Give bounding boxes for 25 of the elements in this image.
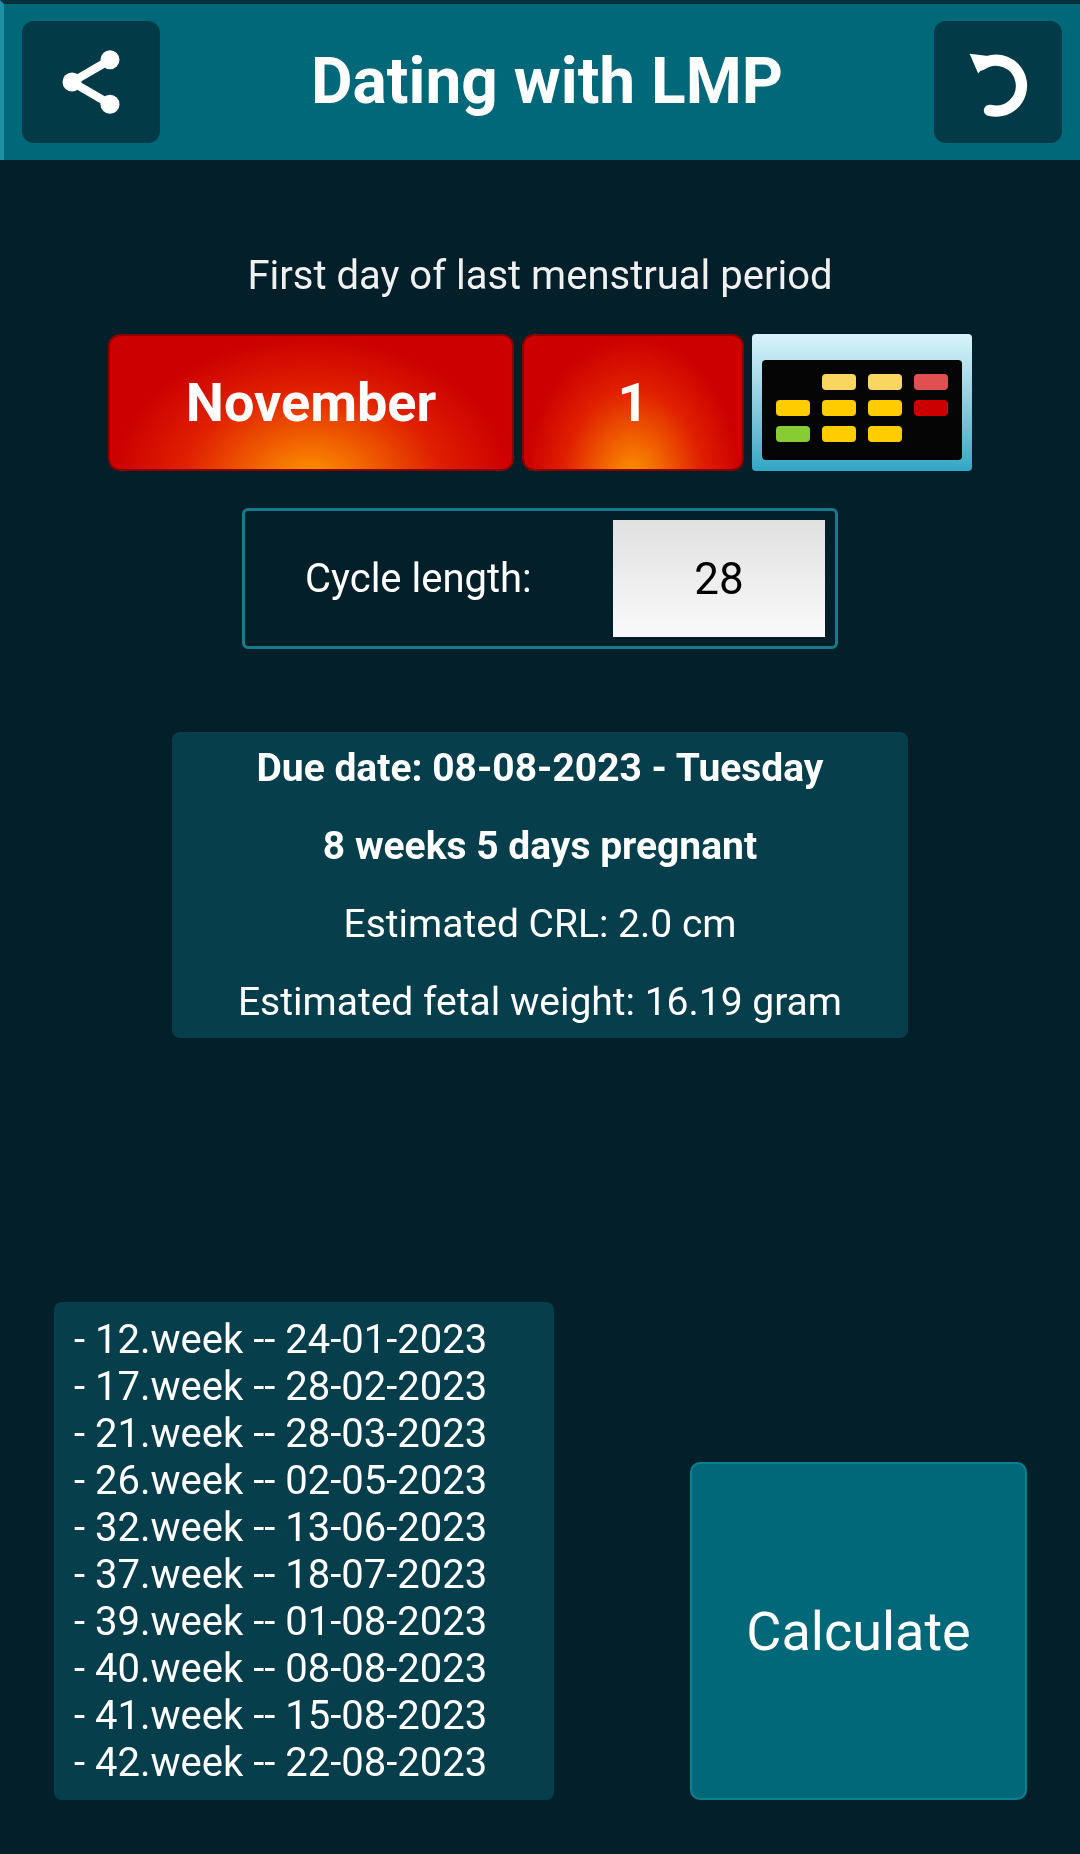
milestone-line: - 41.week -- 15-08-2023 [74, 1692, 489, 1739]
calculate-button[interactable]: Calculate [690, 1462, 1027, 1800]
calendar-icon [762, 359, 962, 460]
day-button[interactable]: 1 [522, 334, 744, 471]
result-line: 8 weeks 5 days pregnant [322, 822, 758, 870]
result-line: Estimated CRL: 2.0 cm [343, 900, 737, 948]
result-line: Estimated fetal weight: 16.19 gram [237, 978, 843, 1026]
milestone-line: - 12.week -- 24-01-2023 [74, 1316, 489, 1363]
lmp-label: First day of last menstrual period [247, 251, 833, 301]
milestone-line: - 37.week -- 18-07-2023 [74, 1551, 489, 1598]
reset-button[interactable] [934, 21, 1062, 143]
share-button[interactable] [22, 21, 160, 143]
result-line: Due date: 08-08-2023 - Tuesday [256, 744, 824, 792]
milestone-line: - 40.week -- 08-08-2023 [74, 1645, 489, 1692]
header-title: Dating with LMP [311, 43, 783, 121]
milestone-line: - 32.week -- 13-06-2023 [74, 1504, 489, 1551]
month-button[interactable]: November [108, 334, 514, 471]
milestone-line: - 26.week -- 02-05-2023 [74, 1457, 489, 1504]
cycle-label: Cycle length: [305, 553, 532, 604]
milestone-line: - 17.week -- 28-02-2023 [74, 1363, 489, 1410]
milestone-line: - 42.week -- 22-08-2023 [74, 1739, 489, 1786]
cycle-length-field[interactable]: 28 [613, 520, 825, 637]
milestone-line: - 39.week -- 01-08-2023 [74, 1598, 489, 1645]
calendar-button[interactable] [752, 334, 972, 471]
milestone-line: - 21.week -- 28-03-2023 [74, 1410, 489, 1457]
